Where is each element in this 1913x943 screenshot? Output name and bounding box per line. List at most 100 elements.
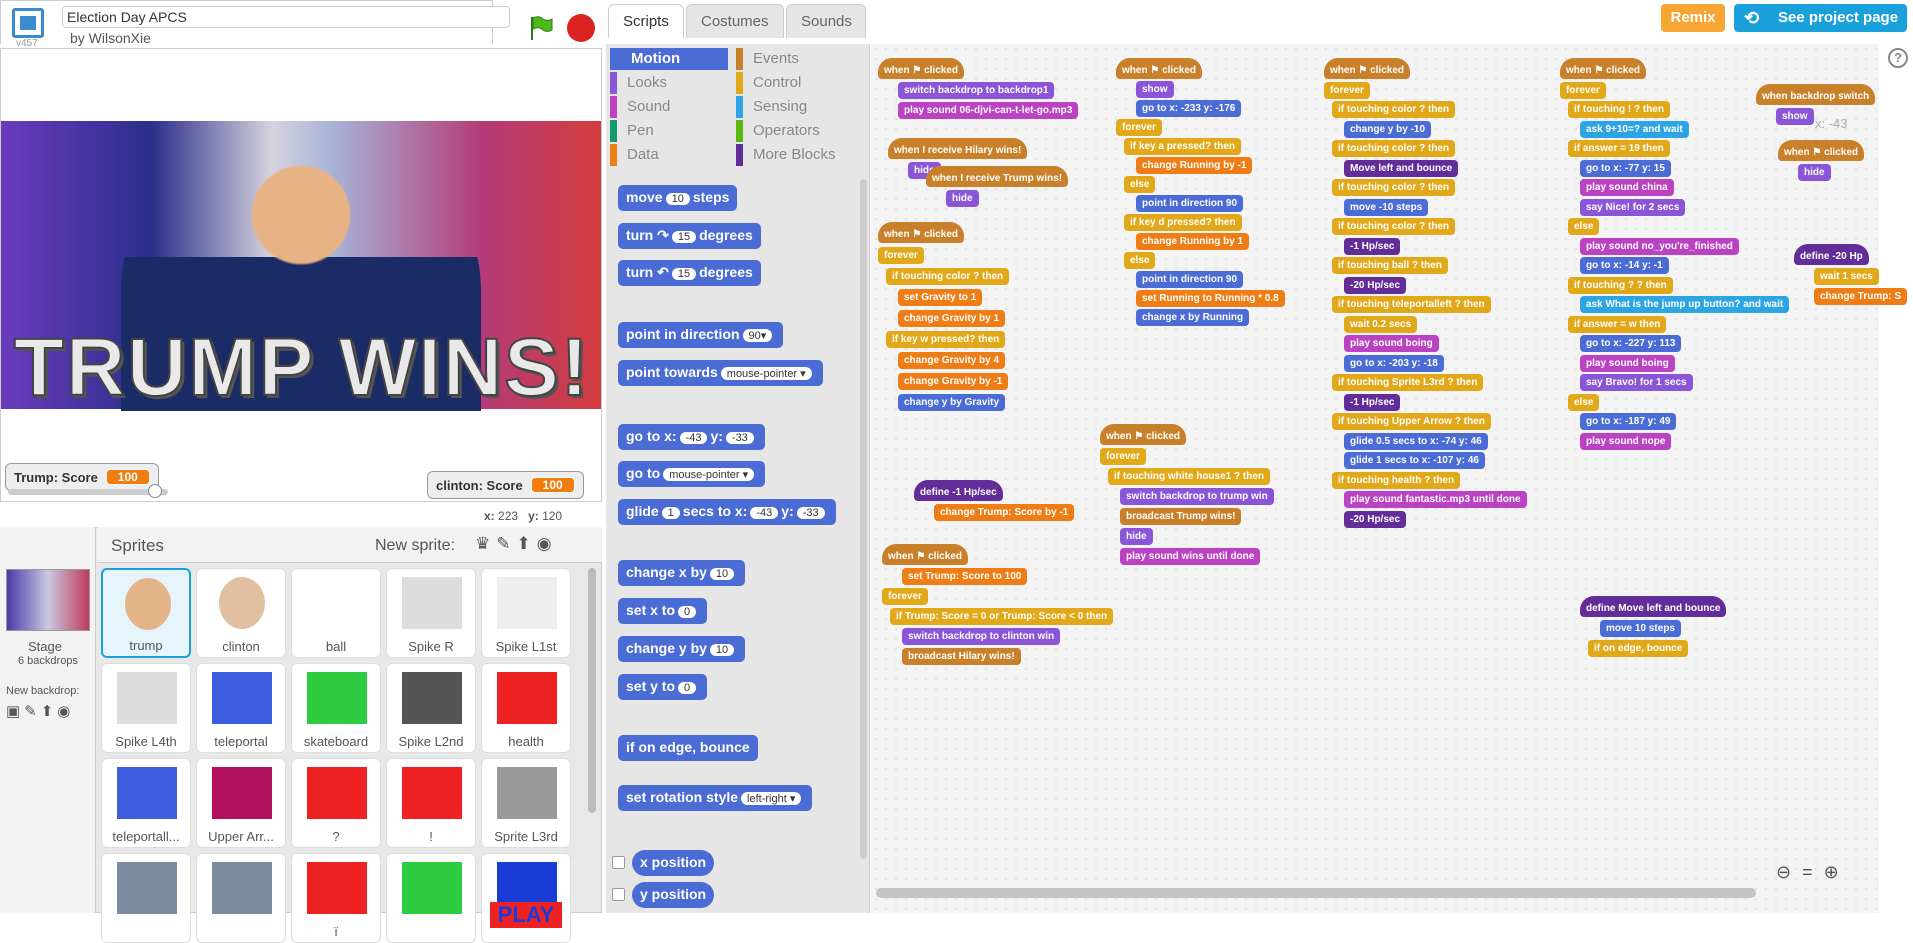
- sprite-tile[interactable]: Upper Arr...: [196, 758, 286, 848]
- category-looks[interactable]: Looks: [610, 72, 728, 94]
- category-data[interactable]: Data: [610, 144, 728, 166]
- script-block[interactable]: change Running by 1: [1136, 233, 1250, 250]
- script-block[interactable]: change Trump: S: [1814, 288, 1908, 305]
- palette-block[interactable]: turn ↷ 15 degrees: [618, 223, 761, 249]
- category-control[interactable]: Control: [736, 72, 854, 94]
- new-sprite-icons[interactable]: ♛✎⬆◉: [475, 534, 558, 554]
- palette-block[interactable]: if on edge, bounce: [618, 735, 758, 761]
- script-block[interactable]: when ⚑ clicked: [1778, 140, 1864, 161]
- category-operators[interactable]: Operators: [736, 120, 854, 142]
- script-block[interactable]: go to x: -14 y: -1: [1580, 257, 1669, 274]
- palette-block[interactable]: go to x: -43 y: -33: [618, 424, 765, 450]
- sprites-scrollbar[interactable]: [588, 568, 596, 813]
- script-block[interactable]: else: [1568, 393, 1600, 411]
- zoom-out-icon[interactable]: ⊖: [1776, 862, 1791, 882]
- script-block[interactable]: switch backdrop to trump win: [1120, 488, 1274, 505]
- sprite-tile[interactable]: Spike L1st: [481, 568, 571, 658]
- script-block[interactable]: go to x: -77 y: 15: [1580, 159, 1671, 177]
- palette-block[interactable]: set rotation style left-right ▾: [618, 785, 813, 811]
- script-block[interactable]: hide: [1798, 164, 1831, 181]
- sprite-tile[interactable]: ball: [291, 568, 381, 658]
- sprite-tile[interactable]: teleportall...: [101, 758, 191, 848]
- sprite-tile[interactable]: Spike R: [386, 568, 476, 658]
- script-block[interactable]: define -1 Hp/sec: [914, 480, 1003, 501]
- script-block[interactable]: change x by Running: [1136, 309, 1250, 326]
- script-block[interactable]: hide: [1120, 528, 1153, 545]
- script-block[interactable]: play sound nope: [1580, 432, 1672, 450]
- slider-knob[interactable]: [148, 484, 162, 498]
- block-input[interactable]: 0: [678, 682, 697, 694]
- palette-block[interactable]: y position: [632, 882, 715, 908]
- palette-block[interactable]: change x by 10: [618, 560, 746, 586]
- script-block[interactable]: change y by Gravity: [898, 394, 1006, 411]
- script-block[interactable]: set Trump: Score to 100: [902, 568, 1028, 585]
- script-block[interactable]: ask 9+10=? and wait: [1580, 120, 1689, 138]
- green-flag-icon[interactable]: [526, 14, 554, 42]
- script-block[interactable]: wait 0.2 secs: [1344, 315, 1418, 333]
- script-block[interactable]: play sound 06-djvi-can-t-let-go.mp3: [898, 102, 1079, 119]
- script-block[interactable]: when I receive Hilary wins!: [888, 138, 1028, 159]
- script-block[interactable]: go to x: -203 y: -18: [1344, 354, 1444, 372]
- palette-block[interactable]: move 10 steps: [618, 185, 738, 211]
- script-block[interactable]: glide 1 secs to x: -107 y: 46: [1344, 452, 1485, 469]
- script-block[interactable]: define -20 Hp: [1794, 244, 1869, 265]
- stage-canvas[interactable]: TRUMP WINS! Trump: Score 100 clinton: Sc…: [0, 48, 602, 502]
- script-block[interactable]: change Gravity by 4: [898, 352, 1006, 369]
- project-title-input[interactable]: [62, 6, 510, 28]
- script-block[interactable]: when ⚑ clicked: [1560, 58, 1646, 79]
- block-input[interactable]: -43: [679, 432, 708, 444]
- script-block[interactable]: play sound no_you're_finished: [1580, 237, 1739, 255]
- category-motion[interactable]: Motion: [610, 48, 728, 70]
- category-more-blocks[interactable]: More Blocks: [736, 144, 854, 166]
- sprite-tile[interactable]: clinton: [196, 568, 286, 658]
- palette-block[interactable]: set x to 0: [618, 598, 708, 624]
- tab-costumes[interactable]: Costumes: [686, 4, 784, 38]
- script-block[interactable]: say Bravo! for 1 secs: [1580, 374, 1693, 391]
- script-block[interactable]: move 10 steps: [1600, 620, 1681, 637]
- script-block[interactable]: when ⚑ clicked: [1100, 424, 1186, 445]
- script-block[interactable]: if touching color ? then: [886, 268, 1010, 285]
- block-input[interactable]: 90▾: [742, 329, 773, 342]
- new-backdrop-icons[interactable]: ▣✎⬆◉: [6, 702, 74, 720]
- script-block[interactable]: forever: [878, 247, 924, 264]
- script-block[interactable]: -20 Hp/sec: [1344, 276, 1407, 294]
- script-block[interactable]: if touching ? ? then: [1568, 276, 1673, 294]
- script-block[interactable]: move -10 steps: [1344, 198, 1429, 216]
- help-icon[interactable]: ?: [1888, 48, 1908, 68]
- script-block[interactable]: when ⚑ clicked: [878, 222, 964, 243]
- zoom-reset-icon[interactable]: =: [1802, 862, 1813, 882]
- palette-block[interactable]: turn ↶ 15 degrees: [618, 260, 761, 286]
- script-block[interactable]: when I receive Trump wins!: [926, 166, 1069, 187]
- see-project-page-button[interactable]: ⟲ See project page: [1734, 4, 1907, 32]
- clinton-score-monitor[interactable]: clinton: Score 100: [427, 471, 584, 499]
- script-block[interactable]: ask What is the jump up button? and wait: [1580, 296, 1790, 313]
- scripts-horizontal-scrollbar[interactable]: [876, 888, 1756, 898]
- script-block[interactable]: Move left and bounce: [1344, 159, 1459, 177]
- script-block[interactable]: change y by -10: [1344, 120, 1432, 138]
- sprite-tile[interactable]: trump: [101, 568, 191, 658]
- category-sound[interactable]: Sound: [610, 96, 728, 118]
- category-events[interactable]: Events: [736, 48, 854, 70]
- script-block[interactable]: show: [1776, 108, 1814, 125]
- script-block[interactable]: when ⚑ clicked: [878, 58, 964, 79]
- script-block[interactable]: define Move left and bounce: [1580, 596, 1727, 617]
- script-block[interactable]: switch backdrop to clinton win: [902, 628, 1061, 645]
- script-block[interactable]: wait 1 secs: [1814, 268, 1879, 285]
- script-block[interactable]: glide 0.5 secs to x: -74 y: 46: [1344, 432, 1488, 450]
- sprite-tile[interactable]: Spike L4th: [101, 663, 191, 753]
- tab-sounds[interactable]: Sounds: [786, 4, 866, 38]
- monitor-slider[interactable]: [8, 489, 168, 495]
- script-block[interactable]: change Running by -1: [1136, 157, 1253, 174]
- stage-thumbnail[interactable]: [6, 569, 90, 631]
- script-block[interactable]: if key a pressed? then: [1124, 138, 1242, 155]
- palette-block[interactable]: set y to 0: [618, 674, 708, 700]
- script-block[interactable]: set Running to Running * 0.8: [1136, 290, 1285, 307]
- block-input[interactable]: 10: [665, 193, 690, 205]
- block-input[interactable]: -33: [796, 507, 825, 519]
- script-block[interactable]: if answer = w then: [1568, 315, 1667, 333]
- script-block[interactable]: forever: [1560, 81, 1606, 99]
- script-block[interactable]: -1 Hp/sec: [1344, 393, 1401, 411]
- script-block[interactable]: set Gravity to 1: [898, 289, 983, 306]
- reporter-checkbox[interactable]: [612, 856, 625, 869]
- block-input[interactable]: 15: [671, 231, 697, 243]
